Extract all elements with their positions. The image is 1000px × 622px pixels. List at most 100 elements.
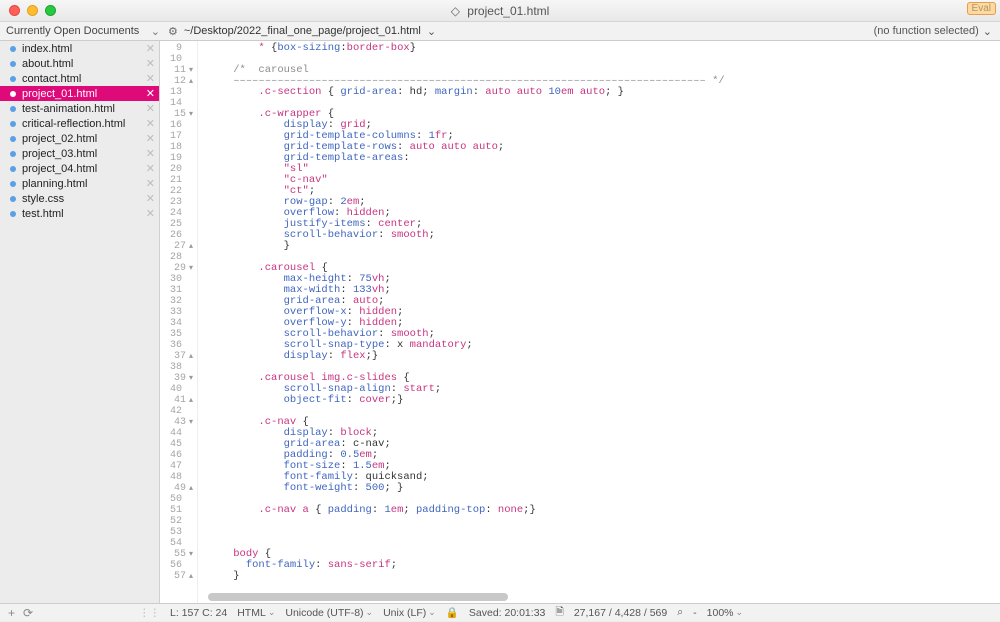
close-icon[interactable]: ✕	[146, 42, 155, 55]
code-line[interactable]	[208, 538, 1000, 549]
code-line[interactable]: }	[208, 571, 1000, 582]
open-file-project-02-html[interactable]: project_02.html✕	[0, 131, 159, 146]
line-number[interactable]: 20	[160, 164, 197, 175]
code-area[interactable]: * {box-sizing:border-box} /* carousel ––…	[198, 41, 1000, 603]
sidebar-header[interactable]: Currently Open Documents ⌄	[0, 25, 160, 38]
open-file-test-html[interactable]: test.html✕	[0, 206, 159, 221]
evaluate-button[interactable]: Eval	[967, 2, 996, 15]
line-number[interactable]: 34	[160, 318, 197, 329]
fold-up-icon[interactable]: ▴	[189, 571, 193, 582]
close-icon[interactable]: ✕	[146, 147, 155, 160]
encoding-selector[interactable]: Unicode (UTF-8) ⌄	[285, 607, 373, 619]
line-number[interactable]: 17	[160, 131, 197, 142]
grip-icon[interactable]: ⋮⋮	[139, 607, 160, 619]
close-icon[interactable]: ✕	[146, 117, 155, 130]
line-number[interactable]: 45	[160, 439, 197, 450]
line-number[interactable]: 33	[160, 307, 197, 318]
line-number[interactable]: 39▾	[160, 373, 197, 384]
fold-down-icon[interactable]: ▾	[189, 109, 193, 120]
line-number[interactable]: 57▴	[160, 571, 197, 582]
line-number[interactable]: 18	[160, 142, 197, 153]
code-line[interactable]	[208, 527, 1000, 538]
line-number[interactable]: 50	[160, 494, 197, 505]
line-number[interactable]: 55▾	[160, 549, 197, 560]
line-number[interactable]: 22	[160, 186, 197, 197]
line-number[interactable]: 46	[160, 450, 197, 461]
line-number[interactable]: 30	[160, 274, 197, 285]
code-line[interactable]: }	[208, 241, 1000, 252]
line-number[interactable]: 10	[160, 54, 197, 65]
line-number[interactable]: 48	[160, 472, 197, 483]
lock-icon[interactable]: 🔒	[446, 606, 459, 619]
line-number[interactable]: 42	[160, 406, 197, 417]
fold-up-icon[interactable]: ▴	[189, 351, 193, 362]
scrollbar-thumb[interactable]	[208, 593, 508, 601]
code-line[interactable]	[208, 54, 1000, 65]
open-file-planning-html[interactable]: planning.html✕	[0, 176, 159, 191]
code-line[interactable]: .c-section { grid-area: hd; margin: auto…	[208, 87, 1000, 98]
search-icon[interactable]: ⌕	[677, 606, 683, 619]
line-number[interactable]: 53	[160, 527, 197, 538]
line-number[interactable]: 16	[160, 120, 197, 131]
line-number[interactable]: 26	[160, 230, 197, 241]
line-number[interactable]: 23	[160, 197, 197, 208]
gear-icon[interactable]: ⚙	[168, 25, 178, 38]
code-line[interactable]	[208, 516, 1000, 527]
fold-down-icon[interactable]: ▾	[189, 65, 193, 76]
line-number[interactable]: 29▾	[160, 263, 197, 274]
history-icon[interactable]: ⟳	[23, 606, 33, 620]
line-number[interactable]: 52	[160, 516, 197, 527]
close-icon[interactable]: ✕	[146, 132, 155, 145]
code-line[interactable]: scroll-behavior: smooth;	[208, 230, 1000, 241]
code-line[interactable]	[208, 406, 1000, 417]
fold-down-icon[interactable]: ▾	[189, 263, 193, 274]
line-number[interactable]: 14	[160, 98, 197, 109]
close-icon[interactable]: ✕	[146, 72, 155, 85]
close-icon[interactable]: ✕	[146, 192, 155, 205]
zoom-window-button[interactable]	[45, 5, 56, 16]
line-number[interactable]: 21	[160, 175, 197, 186]
language-selector[interactable]: HTML ⌄	[237, 607, 275, 619]
path-bar[interactable]: ⚙ ~/Desktop/2022_final_one_page/project_…	[160, 25, 436, 38]
line-number[interactable]: 37▴	[160, 351, 197, 362]
line-number[interactable]: 9	[160, 43, 197, 54]
code-line[interactable]: display: flex;}	[208, 351, 1000, 362]
line-number[interactable]: 51	[160, 505, 197, 516]
horizontal-scrollbar[interactable]	[198, 591, 1000, 603]
line-number[interactable]: 35	[160, 329, 197, 340]
open-file-index-html[interactable]: index.html✕	[0, 41, 159, 56]
code-line[interactable]: font-weight: 500; }	[208, 483, 1000, 494]
open-file-project-04-html[interactable]: project_04.html✕	[0, 161, 159, 176]
close-window-button[interactable]	[9, 5, 20, 16]
code-line[interactable]: .c-nav a { padding: 1em; padding-top: no…	[208, 505, 1000, 516]
code-line[interactable]: * {box-sizing:border-box}	[208, 43, 1000, 54]
fold-down-icon[interactable]: ▾	[189, 373, 193, 384]
line-endings-selector[interactable]: Unix (LF) ⌄	[383, 607, 436, 619]
line-number[interactable]: 43▾	[160, 417, 197, 428]
line-number[interactable]: 41▴	[160, 395, 197, 406]
close-icon[interactable]: ✕	[146, 57, 155, 70]
line-number[interactable]: 15▾	[160, 109, 197, 120]
close-icon[interactable]: ✕	[146, 177, 155, 190]
code-line[interactable]: object-fit: cover;}	[208, 395, 1000, 406]
minimize-window-button[interactable]	[27, 5, 38, 16]
close-icon[interactable]: ✕	[146, 162, 155, 175]
zoom-level[interactable]: 100% ⌄	[707, 607, 743, 619]
fold-down-icon[interactable]: ▾	[189, 417, 193, 428]
fold-up-icon[interactable]: ▴	[189, 76, 193, 87]
line-number[interactable]: 32	[160, 296, 197, 307]
line-number[interactable]: 19	[160, 153, 197, 164]
open-file-style-css[interactable]: style.css✕	[0, 191, 159, 206]
close-icon[interactable]: ✕	[146, 207, 155, 220]
add-icon[interactable]: +	[8, 606, 15, 620]
open-file-test-animation-html[interactable]: test-animation.html✕	[0, 101, 159, 116]
line-number[interactable]: 49▴	[160, 483, 197, 494]
line-number[interactable]: 24	[160, 208, 197, 219]
line-number[interactable]: 38	[160, 362, 197, 373]
line-number[interactable]: 11▾	[160, 65, 197, 76]
line-number-gutter[interactable]: 91011▾12▴131415▾161718192021222324252627…	[160, 41, 198, 603]
line-number[interactable]: 56	[160, 560, 197, 571]
line-number[interactable]: 54	[160, 538, 197, 549]
line-number[interactable]: 25	[160, 219, 197, 230]
close-icon[interactable]: ✕	[146, 102, 155, 115]
